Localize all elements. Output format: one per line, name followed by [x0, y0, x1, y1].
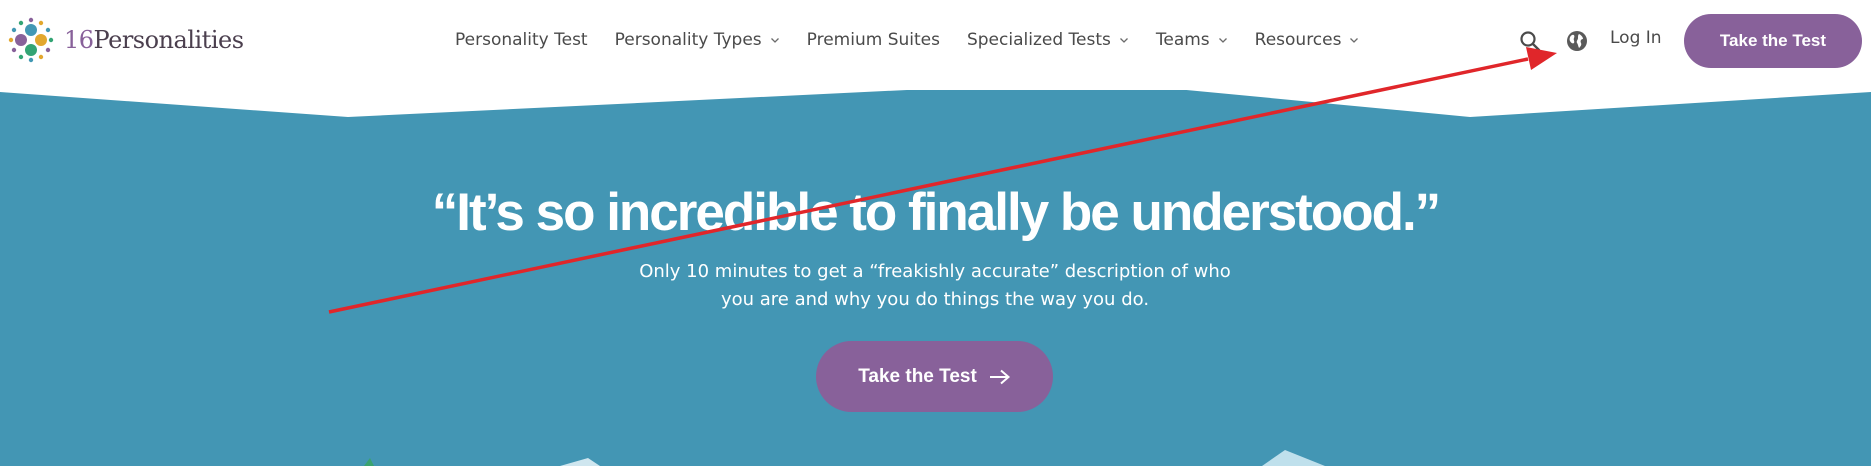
nav-item-teams[interactable]: Teams	[1156, 30, 1228, 50]
nav-item-premium-suites[interactable]: Premium Suites	[807, 30, 940, 50]
main-nav: Personality Test Personality Types Premi…	[455, 26, 1386, 54]
nav-item-label: Resources	[1254, 30, 1342, 50]
chevron-down-icon	[1218, 38, 1227, 43]
logo[interactable]: 16Personalities	[6, 16, 244, 64]
logo-name: Personalities	[93, 26, 244, 54]
nav-item-label: Specialized Tests	[966, 30, 1111, 50]
nav-item-label: Personality Types	[614, 30, 762, 50]
chevron-down-icon	[770, 38, 779, 43]
nav-item-label: Premium Suites	[806, 30, 940, 50]
nav-item-label: Teams	[1155, 30, 1210, 50]
arrow-right-icon	[989, 369, 1010, 384]
nav-item-resources[interactable]: Resources	[1255, 30, 1360, 50]
search-icon[interactable]	[1518, 29, 1542, 53]
hero-cta-label: Take the Test	[858, 365, 977, 387]
logo-mark-icon	[8, 17, 54, 63]
header-take-test-button[interactable]: Take the Test	[1684, 14, 1862, 68]
globe-icon[interactable]	[1565, 29, 1589, 53]
hero-subtitle: Only 10 minutes to get a “freakishly acc…	[639, 261, 1231, 310]
nav-item-label: Personality Test	[455, 30, 588, 50]
logo-text: 16Personalities	[64, 26, 244, 54]
hero-take-test-button[interactable]: Take the Test	[816, 341, 1053, 412]
logo-number: 16	[64, 26, 94, 54]
nav-item-personality-test[interactable]: Personality Test	[455, 30, 588, 50]
site-header: 16Personalities Personality Test Persona…	[0, 0, 1871, 90]
login-link[interactable]: Log In	[1610, 28, 1662, 48]
nav-item-personality-types[interactable]: Personality Types	[615, 30, 780, 50]
chevron-down-icon	[1119, 38, 1128, 43]
nav-item-specialized-tests[interactable]: Specialized Tests	[967, 30, 1129, 50]
chevron-down-icon	[1350, 38, 1359, 43]
hero-title: “It’s so incredible to finally be unders…	[431, 183, 1441, 242]
